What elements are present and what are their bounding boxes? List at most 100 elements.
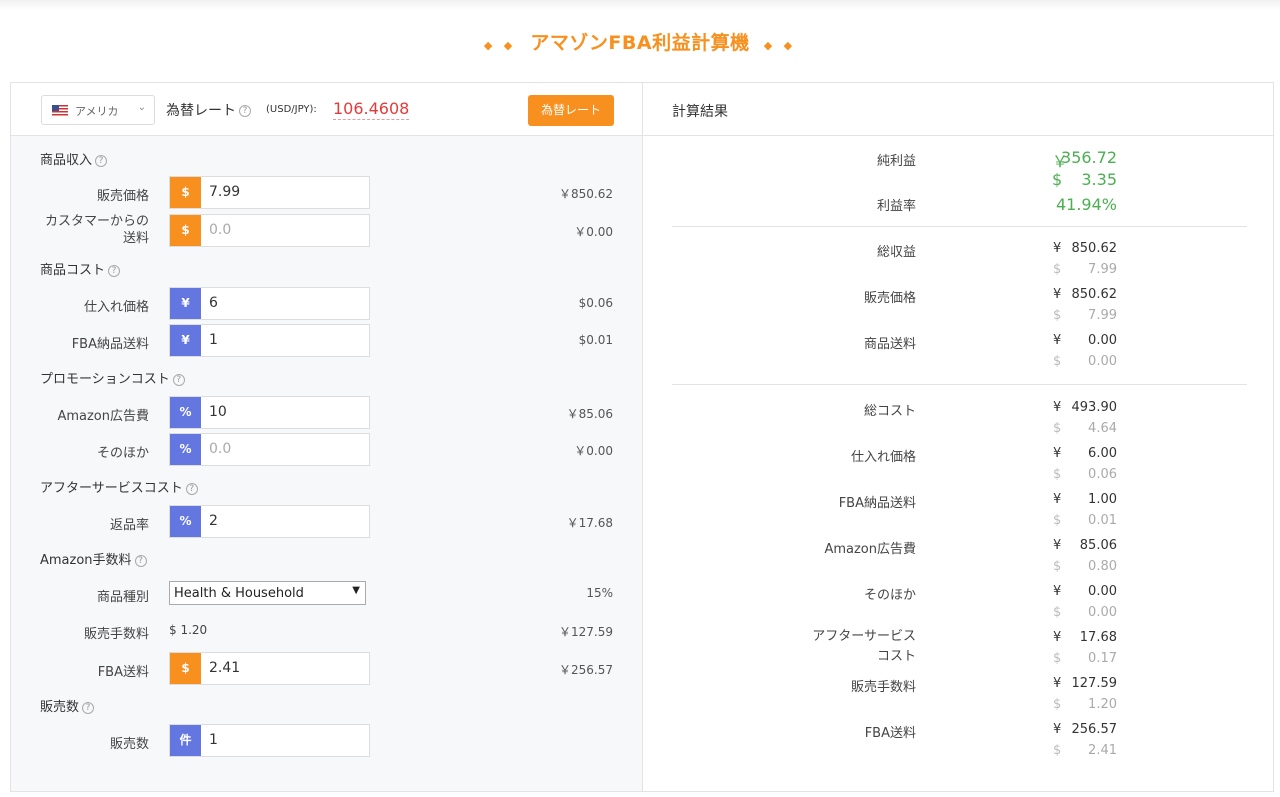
purchase-price-label: 仕入れ価格 bbox=[83, 300, 149, 315]
shipping-label-line2: 送料 bbox=[122, 231, 149, 246]
result-row-label: FBA納品送料 bbox=[838, 496, 916, 511]
fba-inbound-field[interactable]: ¥ 1 bbox=[169, 324, 370, 357]
ad-cost-label: Amazon広告費 bbox=[57, 409, 149, 424]
help-icon[interactable]: ? bbox=[172, 373, 185, 386]
section-title: 販売数 bbox=[40, 700, 80, 715]
ad-cost-value[interactable]: 10 bbox=[209, 404, 227, 420]
country-select[interactable]: アメリカ ⌄ bbox=[41, 95, 155, 125]
other-converted: ￥0.00 bbox=[574, 444, 613, 458]
sale-price-value[interactable]: 7.99 bbox=[209, 184, 240, 200]
result-row-yen: 850.62 bbox=[1071, 287, 1118, 302]
sale-price-field[interactable]: $ 7.99 bbox=[169, 176, 370, 209]
rate-button[interactable]: 為替レート bbox=[528, 95, 614, 126]
shipping-label-line1: カスタマーからの bbox=[44, 214, 149, 229]
result-row-label: 総コスト bbox=[863, 404, 916, 419]
percent-prefix: % bbox=[170, 397, 201, 428]
result-row-label: Amazon広告費 bbox=[824, 542, 916, 557]
usd-symbol: $ bbox=[1053, 421, 1062, 436]
ad-cost-converted: ￥85.06 bbox=[566, 407, 613, 421]
country-label: アメリカ bbox=[75, 105, 119, 118]
dollar-prefix: $ bbox=[170, 653, 201, 684]
result-row-label: 販売手数料 bbox=[850, 680, 916, 695]
results-header: 計算結果 bbox=[643, 83, 1273, 136]
help-icon[interactable]: ? bbox=[185, 482, 198, 495]
purchase-price-value[interactable]: 6 bbox=[209, 295, 218, 311]
usd-symbol: $ bbox=[1053, 605, 1062, 620]
diamond-right-icon: ◆ ◆ bbox=[763, 39, 797, 52]
fba-inbound-value[interactable]: 1 bbox=[209, 332, 218, 348]
result-row-yen: 6.00 bbox=[1088, 446, 1117, 461]
quantity-value[interactable]: 1 bbox=[209, 732, 218, 748]
help-icon[interactable]: ? bbox=[108, 264, 121, 277]
usd-symbol: $ bbox=[1053, 697, 1062, 712]
result-row-usd: 0.00 bbox=[1088, 354, 1117, 369]
result-row-yen: 85.06 bbox=[1079, 538, 1117, 553]
usd-symbol: $ bbox=[1053, 354, 1062, 369]
help-icon[interactable]: ? bbox=[134, 554, 147, 567]
section-product-income: 商品収入? bbox=[40, 149, 108, 168]
help-icon[interactable]: ? bbox=[95, 154, 108, 167]
purchase-price-field[interactable]: ¥ 6 bbox=[169, 287, 370, 320]
rate-value[interactable]: 106.4608 bbox=[333, 99, 410, 120]
yen-symbol: ¥ bbox=[1053, 241, 1062, 256]
fba-fee-value[interactable]: 2.41 bbox=[209, 660, 240, 676]
sales-fee-converted: ￥127.59 bbox=[559, 625, 613, 639]
return-rate-label: 返品率 bbox=[109, 518, 149, 533]
usd-symbol: $ bbox=[1053, 513, 1062, 528]
result-row-usd: 0.17 bbox=[1088, 651, 1117, 666]
net-profit-usd: 3.35 bbox=[1081, 170, 1117, 189]
result-row-label: 総収益 bbox=[876, 245, 916, 260]
page-title: アマゾンFBA利益計算機 bbox=[530, 32, 750, 54]
usd-symbol: $ bbox=[1053, 743, 1062, 758]
result-row-label: 商品送料 bbox=[863, 337, 916, 352]
us-flag-icon bbox=[52, 105, 68, 116]
ad-cost-field[interactable]: % 10 bbox=[169, 396, 370, 429]
result-row-label-line1: アフターサービス bbox=[812, 629, 916, 644]
net-profit-usd-symbol: $ bbox=[1052, 170, 1063, 189]
quantity-field[interactable]: 件 1 bbox=[169, 724, 370, 757]
result-row-usd: 0.00 bbox=[1088, 605, 1117, 620]
usd-symbol: $ bbox=[1053, 262, 1062, 277]
category-label: 商品種別 bbox=[96, 590, 149, 605]
sale-price-converted: ￥850.62 bbox=[559, 187, 613, 201]
triangle-down-icon: ▼ bbox=[352, 585, 360, 596]
page-header: ◆ ◆ アマゾンFBA利益計算機 ◆ ◆ bbox=[0, 28, 1280, 55]
divider bbox=[672, 226, 1247, 227]
other-label: そのほか bbox=[96, 446, 149, 461]
result-row-yen: 493.90 bbox=[1071, 400, 1118, 415]
return-rate-field[interactable]: % 2 bbox=[169, 505, 370, 538]
return-rate-value[interactable]: 2 bbox=[209, 513, 218, 529]
result-row-usd: 2.41 bbox=[1088, 743, 1117, 758]
result-row-label: アフターサービス コスト bbox=[643, 627, 916, 667]
other-field[interactable]: % 0.0 bbox=[169, 433, 370, 466]
calculator-panel: アメリカ ⌄ 為替レート? (USD/JPY): 106.4608 為替レート … bbox=[10, 82, 1274, 792]
shipping-placeholder[interactable]: 0.0 bbox=[209, 222, 231, 238]
usd-symbol: $ bbox=[1053, 651, 1062, 666]
fba-fee-converted: ￥256.57 bbox=[559, 663, 613, 677]
section-product-cost: 商品コスト? bbox=[40, 259, 121, 278]
section-title: 商品収入 bbox=[40, 153, 93, 168]
yen-symbol: ¥ bbox=[1053, 584, 1062, 599]
chevron-down-icon: ⌄ bbox=[137, 102, 146, 113]
yen-symbol: ¥ bbox=[1053, 287, 1062, 302]
quantity-label: 販売数 bbox=[109, 737, 149, 752]
yen-symbol: ¥ bbox=[1053, 630, 1062, 645]
section-title: アフターサービスコスト bbox=[40, 481, 183, 496]
result-row-label: 販売価格 bbox=[863, 291, 916, 306]
margin-label: 利益率 bbox=[876, 199, 916, 214]
yen-symbol: ¥ bbox=[1053, 722, 1062, 737]
help-icon[interactable]: ? bbox=[239, 105, 251, 117]
category-select[interactable]: Health & Household ▼ bbox=[169, 581, 366, 605]
usd-symbol: $ bbox=[1053, 559, 1062, 574]
fba-fee-field[interactable]: $ 2.41 bbox=[169, 652, 370, 685]
rate-label-group: 為替レート? bbox=[166, 100, 251, 120]
result-row-yen: 0.00 bbox=[1088, 584, 1117, 599]
shipping-field[interactable]: $ 0.0 bbox=[169, 214, 370, 247]
percent-prefix: % bbox=[170, 434, 201, 465]
section-sales-count: 販売数? bbox=[40, 696, 95, 715]
other-placeholder[interactable]: 0.0 bbox=[209, 441, 231, 457]
shipping-label: カスタマーからの 送料 bbox=[11, 213, 149, 247]
sale-price-label: 販売価格 bbox=[96, 189, 149, 204]
help-icon[interactable]: ? bbox=[82, 701, 95, 714]
section-title: プロモーションコスト bbox=[40, 372, 170, 387]
